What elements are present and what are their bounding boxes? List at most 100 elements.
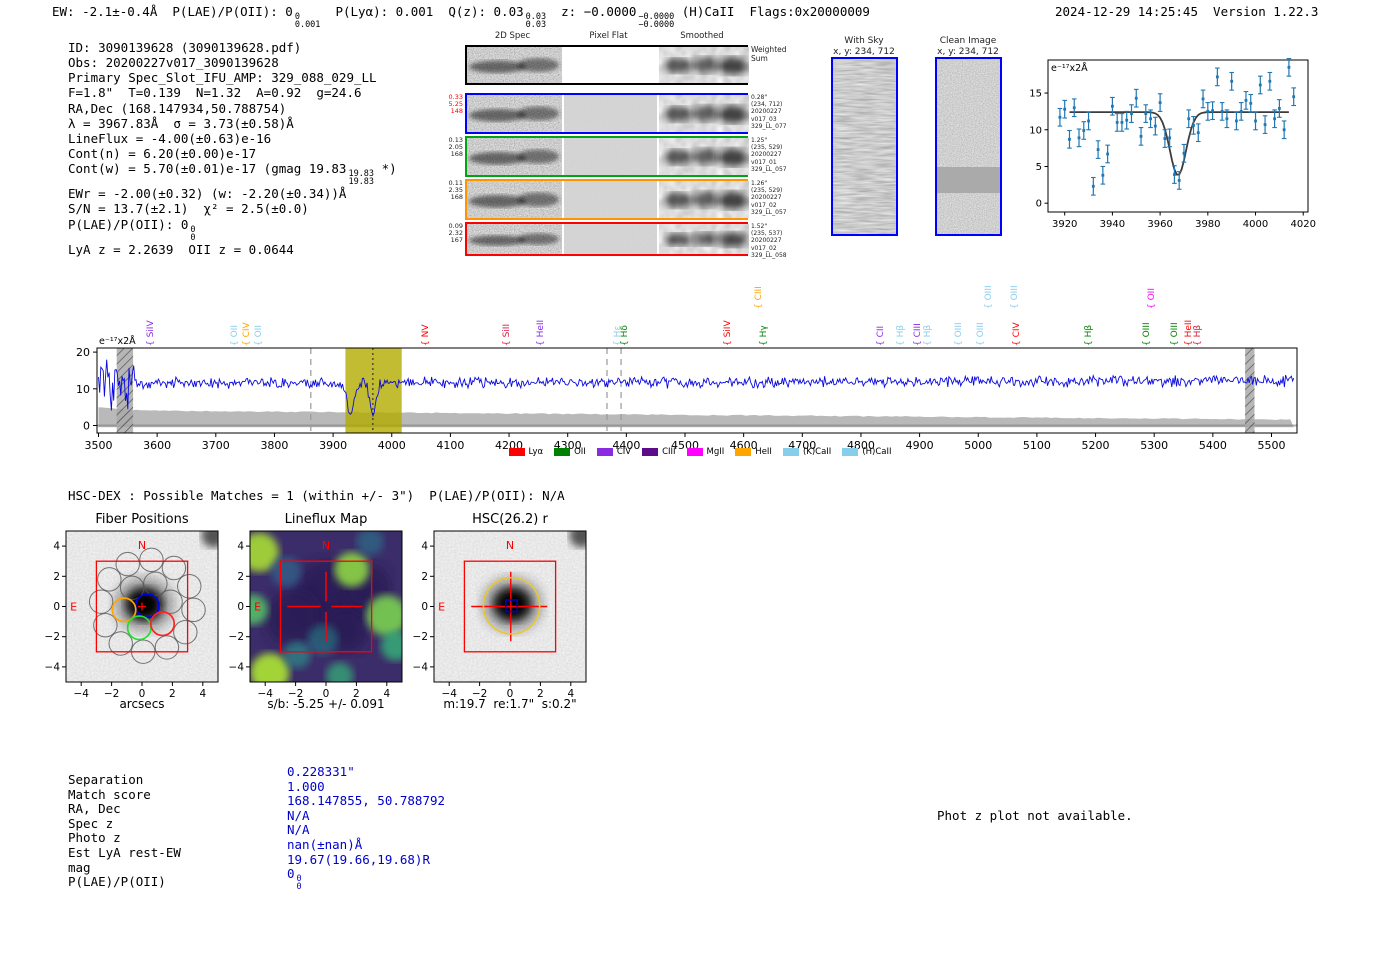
svg-text:E: E (254, 601, 261, 614)
legend-item: CIII (642, 447, 676, 457)
info-line: EWr = -2.00(±0.32) (w: -2.20(±0.34))Å (68, 186, 347, 202)
svg-text:5100: 5100 (1023, 439, 1051, 452)
stacked-fraction: 0 0.001 (294, 12, 321, 30)
emission-label-HeII: { HeII (536, 319, 546, 346)
info-line: Primary Spec_Slot_IFU_AMP: 329_088_029_L… (68, 70, 377, 86)
svg-text:5400: 5400 (1199, 439, 1227, 452)
svg-text:−2: −2 (45, 631, 60, 643)
svg-text:N: N (138, 539, 146, 552)
emission-label-Hδ: { Hδ (620, 325, 630, 346)
legend-swatch (554, 448, 571, 456)
legend-item: OII (554, 447, 586, 457)
header-summary-line: EW: -2.1±-0.4Å P(LAE)/P(OII): 0 0 0.001 P(… (52, 4, 870, 30)
spec2d-strip (659, 95, 749, 132)
spec2d-strip (659, 47, 749, 83)
emission-label-OII: { OII (230, 325, 240, 346)
spec2d-strip (564, 181, 657, 218)
legend-swatch (596, 448, 613, 456)
col-header-smoothed: Smoothed (680, 31, 724, 41)
info-line: Obs: 20200227v017_3090139628 (68, 55, 279, 71)
match-table-labels: Separation Match score RA, Dec Spec z Photo … (68, 772, 181, 890)
spec2d-row (465, 222, 749, 256)
legend-label: (H)CaII (862, 447, 892, 457)
match-label: Spec z (68, 815, 114, 831)
emission-label-CIV: { CIV (1012, 322, 1022, 346)
legend-item: MgII (686, 447, 725, 457)
svg-text:4000: 4000 (378, 439, 406, 452)
legend-item: HeII (735, 447, 772, 457)
info-line: RA,Dec (168.147934,50.788754) (68, 100, 287, 116)
stacked-fraction: −0.0000 −0.0000 (638, 12, 675, 30)
svg-text:N: N (322, 539, 330, 552)
emission-label-Hβ: { Hβ (896, 324, 906, 346)
match-label: mag (68, 859, 91, 875)
emission-label-SiIV: { SiIV (146, 320, 156, 346)
svg-text:−4: −4 (45, 661, 61, 673)
spec2d-row (465, 45, 749, 85)
legend-label: MgII (706, 447, 725, 457)
svg-text:−4: −4 (413, 661, 429, 673)
inset-chart-svg: 0 5 10 15 3920 3940 3960 3980 4000 4020 e⁻¹⁷x2Å (1029, 57, 1316, 228)
inset-ylabel: e⁻¹⁷x2Å (1051, 62, 1088, 74)
match-value: 000 (287, 866, 302, 893)
svg-text:4020: 4020 (1291, 219, 1316, 228)
info-line: P(LAE)/P(OII): 000 (68, 216, 196, 243)
spec2d-strip (467, 181, 562, 218)
svg-text:3960: 3960 (1147, 219, 1172, 228)
spec2d-strip (467, 47, 562, 83)
svg-text:5300: 5300 (1140, 439, 1168, 452)
match-value: 19.67(19.66,19.68)R (287, 851, 430, 867)
info-line: LineFlux = -4.00(±0.63)e-16 (68, 130, 272, 146)
hsc-xlabel: m:19.7 re:1.7" s:0.2" (443, 697, 577, 711)
svg-text:4: 4 (53, 541, 60, 553)
legend-label: HeII (755, 447, 772, 457)
match-label: RA, Dec (68, 801, 121, 817)
spectrum-legend: Lyα OII CIV CIII MgII HeII (K)CaII (H)CaII (430, 447, 970, 457)
match-label: Separation (68, 772, 144, 787)
col-header-pixel-flat: Pixel Flat (589, 31, 628, 41)
lineflux-panel-svg: NE−4 −2 0 2 4420−2−4 (229, 530, 403, 700)
emission-label-SiII: { SiII (502, 323, 512, 346)
emission-label-OIII: { OIII (1010, 285, 1020, 309)
elixer-report-page: EW: -2.1±-0.4Å P(LAE)/P(OII): 0 0 0.001 P(… (0, 0, 1400, 953)
svg-text:0: 0 (53, 601, 60, 613)
svg-text:3900: 3900 (319, 439, 347, 452)
spec2d-strip (467, 224, 562, 254)
with-sky-title: With Sky x, y: 234, 712 (824, 36, 904, 58)
spec2d-strip (659, 181, 749, 218)
svg-text:−2: −2 (229, 631, 244, 643)
svg-text:2: 2 (53, 571, 60, 583)
spec2d-row-left-labels: 0.13 2.05 168 (448, 136, 463, 158)
spec2d-strip (564, 138, 657, 175)
spec2d-strip (467, 95, 562, 132)
info-line: Cont(w) = 5.70(±0.01)e-17 (gmag 19.83 19.… (68, 161, 397, 188)
svg-text:3700: 3700 (202, 439, 230, 452)
svg-text:−4: −4 (229, 661, 245, 673)
emission-label-OIII: { OIII (1142, 322, 1152, 346)
hsc-dex-match-line: HSC-DEX : Possible Matches = 1 (within +… (68, 488, 565, 503)
match-value: nan(±nan)Å (287, 836, 363, 852)
fiber-panel-svg: NE−4 −2 0 2 4420−2−4 (45, 530, 219, 700)
hsc-panel-svg: NE−4 −2 0 2 4420−2−4 (413, 530, 587, 700)
spec2d-row-left-labels: 0.33 5.25 148 (448, 93, 463, 115)
spectrum-ylabel: e⁻¹⁷x2Å (99, 335, 136, 347)
match-label: Photo z (68, 830, 121, 846)
svg-text:3500: 3500 (85, 439, 113, 452)
match-table-values: 0.228331" 1.000 168.147855, 50.788792 N/A N/… (287, 764, 445, 893)
info-line: LyA z = 2.2639 OII z = 0.0644 (68, 241, 294, 257)
svg-text:10: 10 (1029, 125, 1042, 136)
spec2d-row (465, 179, 749, 220)
svg-text:3800: 3800 (260, 439, 288, 452)
spec2d-row (465, 136, 749, 177)
legend-label: Lyα (528, 447, 544, 457)
legend-item: Lyα (508, 447, 544, 457)
emission-label-OII: { OII (1147, 288, 1157, 309)
emission-label-OIII: { OIII (984, 285, 994, 309)
emission-label-OIII: { OIII (1170, 322, 1180, 346)
spec2d-strip (564, 95, 657, 132)
legend-label: CIII (662, 447, 676, 457)
with-sky-coords: x, y: 234, 712 (833, 47, 895, 57)
svg-text:20: 20 (76, 346, 90, 359)
spec2d-row-left-labels: 0.11 2.35 168 (448, 179, 463, 201)
spec2d-row-right-labels: Weighted Sum (751, 45, 787, 63)
